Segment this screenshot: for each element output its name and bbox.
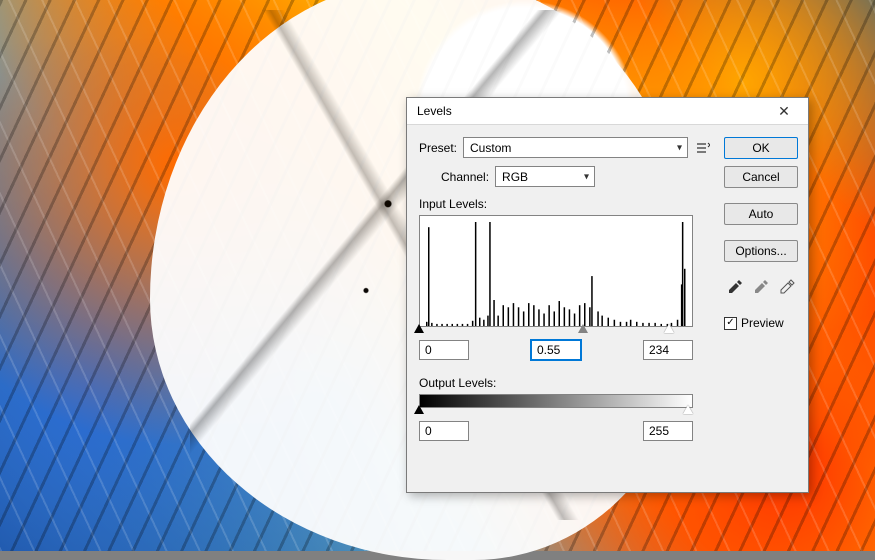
preset-dropdown[interactable]: Custom ▾ bbox=[463, 137, 688, 158]
input-black-handle[interactable] bbox=[414, 324, 424, 333]
input-levels-label: Input Levels: bbox=[419, 197, 712, 211]
input-gamma-field[interactable]: 0.55 bbox=[531, 340, 581, 360]
input-white-field[interactable]: 234 bbox=[643, 340, 693, 360]
output-gradient[interactable] bbox=[419, 394, 693, 408]
input-black-field[interactable]: 0 bbox=[419, 340, 469, 360]
gray-point-eyedropper[interactable] bbox=[751, 277, 771, 297]
auto-button[interactable]: Auto bbox=[724, 203, 798, 225]
preview-checkbox[interactable]: ✓ bbox=[724, 317, 737, 330]
input-slider-track[interactable] bbox=[419, 326, 693, 336]
close-icon: ✕ bbox=[778, 103, 790, 120]
output-black-field[interactable]: 0 bbox=[419, 421, 469, 441]
dialog-titlebar[interactable]: Levels ✕ bbox=[407, 98, 808, 125]
input-white-handle[interactable] bbox=[664, 324, 674, 333]
preset-value: Custom bbox=[470, 141, 511, 155]
output-black-handle[interactable] bbox=[414, 405, 424, 414]
black-point-eyedropper[interactable] bbox=[725, 277, 745, 297]
output-white-field[interactable]: 255 bbox=[643, 421, 693, 441]
eyedropper-icon bbox=[753, 279, 769, 295]
channel-label: Channel: bbox=[441, 170, 489, 184]
chevron-down-icon: ▾ bbox=[677, 142, 682, 153]
eyedropper-icon bbox=[779, 279, 795, 295]
output-slider-track[interactable] bbox=[419, 407, 693, 417]
histogram[interactable] bbox=[419, 215, 693, 327]
channel-value: RGB bbox=[502, 170, 528, 184]
white-point-eyedropper[interactable] bbox=[777, 277, 797, 297]
preset-label: Preset: bbox=[419, 141, 457, 155]
preview-label: Preview bbox=[741, 316, 784, 330]
output-white-handle[interactable] bbox=[683, 405, 693, 414]
histogram-chart bbox=[426, 222, 686, 326]
ok-button[interactable]: OK bbox=[724, 137, 798, 159]
close-button[interactable]: ✕ bbox=[764, 98, 804, 124]
dialog-title: Levels bbox=[417, 104, 764, 118]
input-gamma-handle[interactable] bbox=[578, 324, 588, 333]
check-icon: ✓ bbox=[726, 318, 734, 328]
options-button[interactable]: Options... bbox=[724, 240, 798, 262]
eyedropper-icon bbox=[727, 279, 743, 295]
preset-menu-button[interactable] bbox=[694, 139, 712, 157]
cancel-button[interactable]: Cancel bbox=[724, 166, 798, 188]
channel-dropdown[interactable]: RGB ▾ bbox=[495, 166, 595, 187]
chevron-down-icon: ▾ bbox=[584, 171, 589, 182]
levels-dialog: Levels ✕ Preset: Custom ▾ Channel: bbox=[406, 97, 809, 493]
output-levels-label: Output Levels: bbox=[419, 376, 712, 390]
menu-icon bbox=[696, 141, 710, 155]
